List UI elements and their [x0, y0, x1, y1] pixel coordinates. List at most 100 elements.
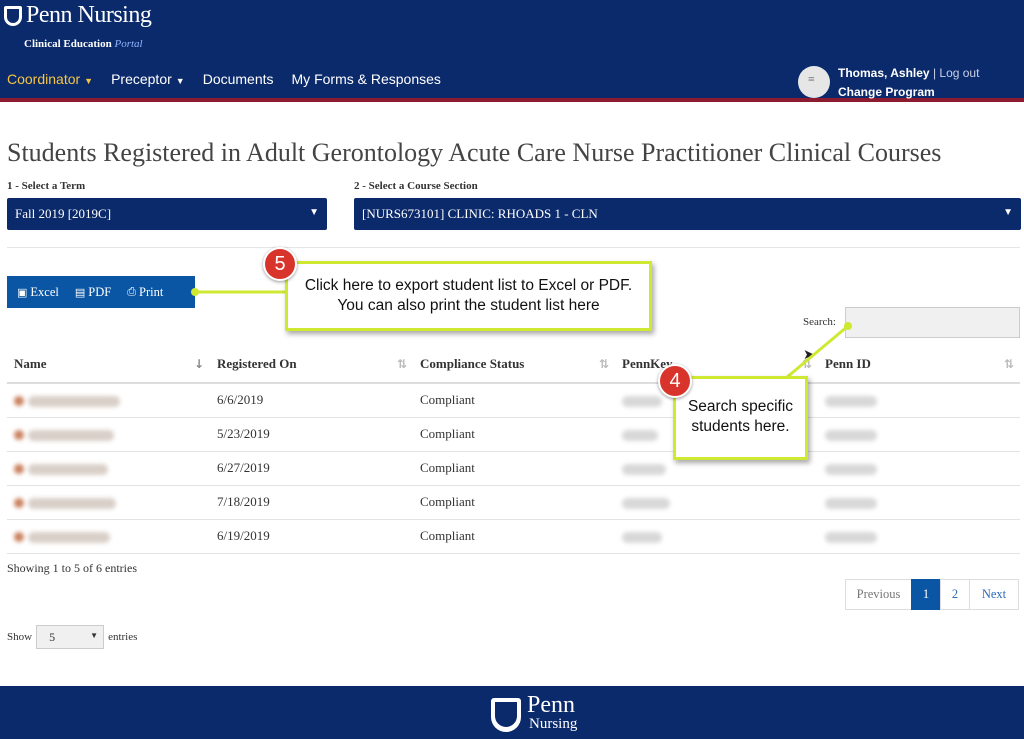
- redacted-pennkey: [622, 429, 658, 441]
- logout-link[interactable]: Log out: [939, 66, 979, 80]
- page-2-button[interactable]: 2: [940, 579, 970, 610]
- pdf-label: PDF: [88, 284, 112, 299]
- students-table: Name ↓ Registered On ⇅ Compliance Status ⇅ …: [7, 346, 1020, 554]
- redacted-avatar: [14, 396, 24, 407]
- print-button[interactable]: ⎙ Print: [127, 285, 163, 300]
- cell-registered: 7/18/2019: [210, 485, 413, 520]
- redacted-name: [28, 429, 114, 441]
- excel-button[interactable]: ▣ Excel: [17, 285, 59, 300]
- cell-registered: 6/19/2019: [210, 519, 413, 554]
- table-row[interactable]: 6/27/2019 Compliant: [7, 451, 1020, 486]
- cell-name[interactable]: [7, 519, 210, 554]
- table-row[interactable]: 6/6/2019 Compliant: [7, 383, 1020, 418]
- column-header-compliance-status[interactable]: Compliance Status ⇅: [413, 346, 615, 384]
- table-header-row: Name ↓ Registered On ⇅ Compliance Status ⇅ …: [7, 346, 1020, 384]
- avatar[interactable]: [798, 66, 830, 98]
- excel-file-icon: ▣: [17, 285, 28, 299]
- cell-name[interactable]: [7, 485, 210, 520]
- next-page-button[interactable]: Next: [969, 579, 1019, 610]
- cell-registered: 5/23/2019: [210, 417, 413, 452]
- callout-4-badge: 4: [658, 364, 692, 398]
- redacted-name: [28, 497, 116, 509]
- cell-penn-id: [818, 383, 1020, 418]
- term-select-label: 1 - Select a Term: [7, 180, 86, 192]
- redacted-pennkey: [622, 395, 662, 407]
- course-section-select[interactable]: [NURS673101] CLINIC: RHOADS 1 - CLN ▼: [354, 198, 1021, 230]
- nav-label: Preceptor: [111, 71, 172, 87]
- table-info: Showing 1 to 5 of 6 entries: [7, 561, 137, 575]
- table-row[interactable]: 5/23/2019 Compliant: [7, 417, 1020, 452]
- callout-export: Click here to export student list to Exc…: [285, 261, 652, 331]
- top-header: Penn Nursing Clinical Education Portal C…: [0, 0, 1024, 102]
- callout-5-badge: 5: [263, 247, 297, 281]
- cell-name[interactable]: [7, 451, 210, 486]
- pdf-button[interactable]: ▤ PDF: [75, 285, 111, 300]
- term-select-value: Fall 2019 [2019C]: [15, 206, 112, 221]
- search-input[interactable]: [845, 307, 1020, 338]
- cell-registered: 6/6/2019: [210, 383, 413, 418]
- cell-penn-id: [818, 519, 1020, 554]
- cell-penn-id: [818, 451, 1020, 486]
- sort-icon: ⇅: [598, 357, 609, 371]
- cell-pennkey: [615, 485, 818, 520]
- cell-pennkey: [615, 519, 818, 554]
- redacted-name: [28, 531, 110, 543]
- caret-down-icon: ▼: [84, 76, 94, 86]
- nav-label: Coordinator: [7, 71, 81, 87]
- page-length-control: Show 5 ▼ entries: [7, 625, 137, 649]
- caret-down-icon: ▼: [175, 76, 185, 86]
- page-title: Students Registered in Adult Gerontology…: [7, 138, 942, 167]
- redacted-avatar: [14, 430, 24, 441]
- redacted-pennkey: [622, 531, 662, 543]
- section-select-value: [NURS673101] CLINIC: RHOADS 1 - CLN: [362, 206, 598, 221]
- user-separator: |: [932, 66, 937, 80]
- column-header-name[interactable]: Name ↓: [7, 346, 210, 384]
- entries-label: entries: [108, 631, 138, 643]
- sort-icon: ⇅: [396, 357, 407, 371]
- printer-icon: ⎙: [127, 285, 137, 298]
- term-select[interactable]: Fall 2019 [2019C] ▼: [7, 198, 327, 230]
- nav-item-preceptor[interactable]: Preceptor ▼: [111, 71, 185, 87]
- footer: Penn Nursing: [0, 686, 1024, 739]
- previous-page-button[interactable]: Previous: [845, 579, 912, 610]
- column-header-registered-on[interactable]: Registered On ⇅: [210, 346, 413, 384]
- caret-down-icon: ▼: [90, 631, 99, 640]
- redacted-pennkey: [622, 497, 670, 509]
- search-label: Search:: [803, 316, 836, 328]
- page-length-select[interactable]: 5 ▼: [36, 625, 105, 649]
- export-button-group: ▣ Excel ▤ PDF ⎙ Print: [7, 276, 195, 308]
- redacted-avatar: [14, 464, 24, 475]
- callout-search: Search specific students here.: [673, 376, 808, 460]
- cell-name[interactable]: [7, 383, 210, 418]
- penn-shield-icon: [491, 698, 521, 732]
- change-program-link[interactable]: Change Program: [838, 85, 935, 99]
- redacted-pennkey: [622, 463, 666, 475]
- redacted-avatar: [14, 532, 24, 543]
- cell-penn-id: [818, 417, 1020, 452]
- redacted-penn-id: [825, 463, 877, 475]
- nav-item-my-forms[interactable]: My Forms & Responses: [292, 71, 441, 87]
- page-length-value: 5: [49, 630, 56, 644]
- sort-asc-icon: ↓: [193, 357, 204, 371]
- redacted-penn-id: [825, 395, 877, 407]
- page-1-button[interactable]: 1: [911, 579, 941, 610]
- mouse-cursor-icon: ➤: [803, 347, 815, 363]
- brand-subtitle: Clinical Education Portal: [24, 38, 143, 50]
- header-label: Registered On: [217, 356, 297, 371]
- column-header-penn-id[interactable]: Penn ID ⇅: [818, 346, 1020, 384]
- header-label: Penn ID: [825, 356, 871, 371]
- header-label: Compliance Status: [420, 356, 525, 371]
- main-nav: Coordinator ▼ Preceptor ▼ Documents My For…: [7, 71, 441, 87]
- cell-name[interactable]: [7, 417, 210, 452]
- nav-item-coordinator[interactable]: Coordinator ▼: [7, 71, 93, 87]
- cell-status: Compliant: [413, 519, 615, 554]
- table-row[interactable]: 6/19/2019 Compliant: [7, 519, 1020, 554]
- show-label: Show: [7, 631, 33, 643]
- footer-brand-line2: Nursing: [529, 716, 578, 732]
- table-row[interactable]: 7/18/2019 Compliant: [7, 485, 1020, 520]
- footer-brand-line1: Penn: [527, 692, 575, 718]
- nav-item-documents[interactable]: Documents: [203, 71, 274, 87]
- cell-status: Compliant: [413, 451, 615, 486]
- excel-label: Excel: [30, 284, 59, 299]
- redacted-penn-id: [825, 531, 877, 543]
